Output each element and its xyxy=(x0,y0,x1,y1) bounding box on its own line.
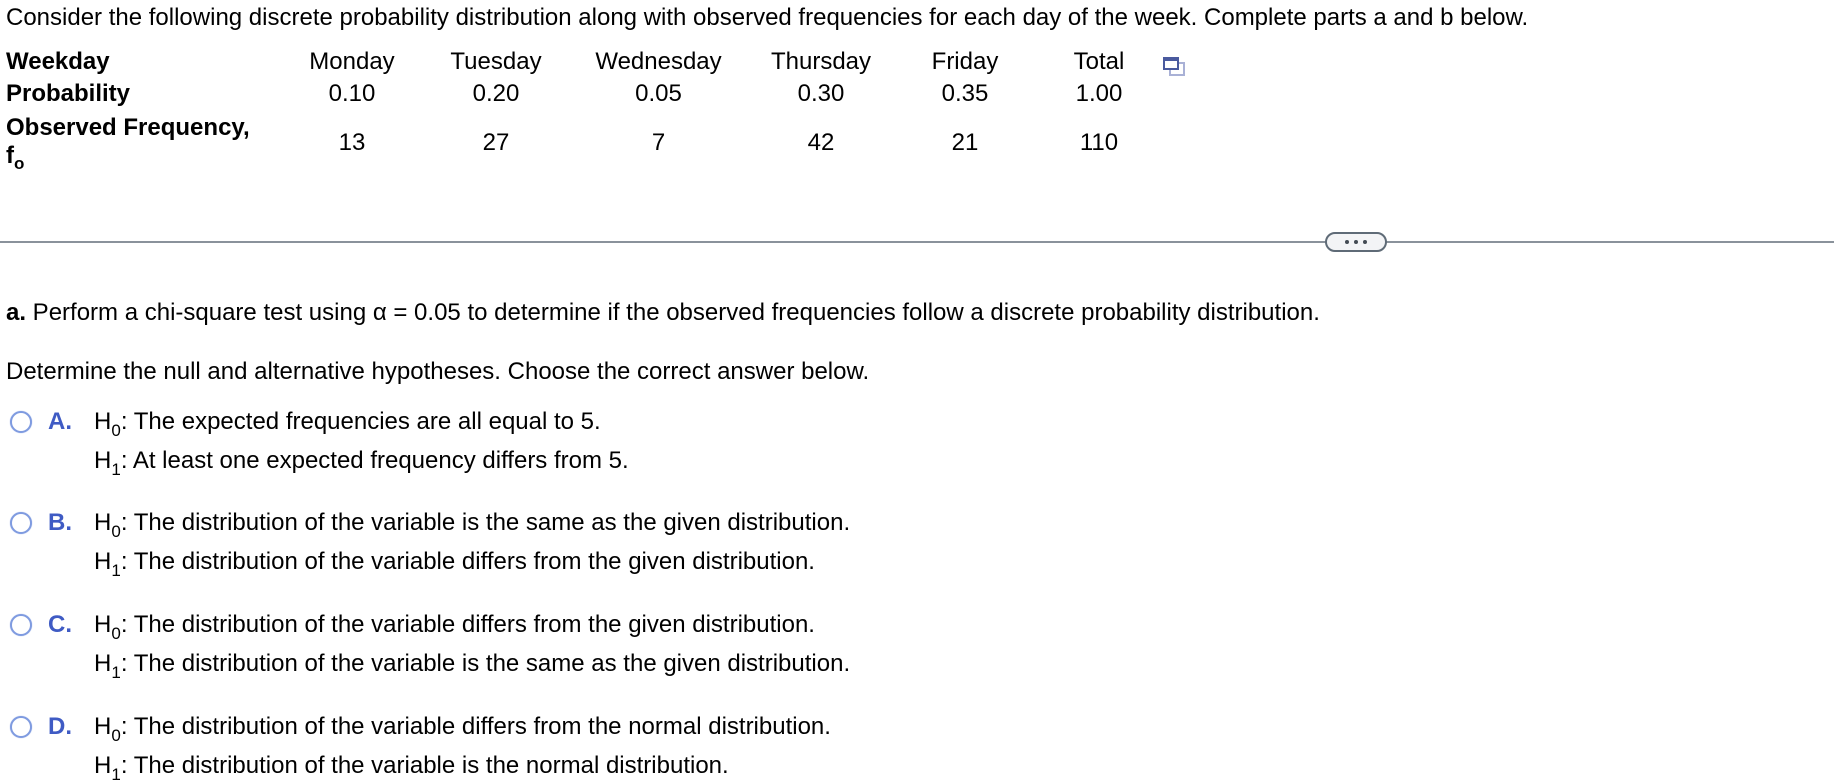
probability-cell: 0.20 xyxy=(472,80,520,107)
alternative-hypothesis: H1: The distribution of the variable dif… xyxy=(94,547,815,580)
radio-button-d[interactable] xyxy=(10,716,32,738)
ellipsis-dot-icon xyxy=(1345,240,1349,244)
question-instruction: Determine the null and alternative hypot… xyxy=(6,358,870,385)
copy-to-clipboard-icon[interactable] xyxy=(1162,56,1186,78)
column-header: Monday xyxy=(309,48,395,75)
h-symbol: H xyxy=(94,548,112,575)
h-subscript: 1 xyxy=(111,765,121,784)
observed-cell: 42 xyxy=(807,129,835,156)
alternative-hypothesis: H1: The distribution of the variable is … xyxy=(94,649,851,682)
observed-frequency-row: Observed Frequency, fo 13 27 7 42 21 110 xyxy=(6,110,1169,176)
h-symbol: H xyxy=(94,752,112,779)
observed-symbol: f xyxy=(6,142,14,169)
h-subscript: 0 xyxy=(111,522,121,541)
probability-cell: 0.05 xyxy=(635,80,682,107)
problem-intro: Consider the following discrete probabil… xyxy=(6,4,1529,31)
radio-button-b[interactable] xyxy=(10,512,32,534)
alternative-hypothesis-text: : The distribution of the variable diffe… xyxy=(120,548,815,575)
h-subscript: 1 xyxy=(111,460,121,479)
part-a-prompt: a. Perform a chi-square test using α = 0… xyxy=(6,298,1320,328)
h-subscript: 1 xyxy=(111,663,121,682)
null-hypothesis: H0: The distribution of the variable is … xyxy=(94,508,851,541)
row-label-weekday: Weekday xyxy=(6,48,110,75)
column-header: Thursday xyxy=(770,48,872,75)
probability-cell: 0.10 xyxy=(328,80,376,107)
observed-cell: 21 xyxy=(951,129,979,156)
option-letter: A. xyxy=(48,408,72,435)
null-hypothesis: H0: The distribution of the variable dif… xyxy=(94,712,831,745)
observed-total: 110 xyxy=(1079,129,1119,156)
h-symbol: H xyxy=(94,650,112,677)
radio-button-a[interactable] xyxy=(10,411,32,433)
weekday-row: Weekday Monday Tuesday Wednesday Thursda… xyxy=(6,46,1169,78)
h-subscript: 1 xyxy=(111,561,121,580)
ellipsis-dot-icon xyxy=(1363,240,1367,244)
radio-button-c[interactable] xyxy=(10,614,32,636)
row-label-observed-frequency: Observed Frequency, fo xyxy=(6,110,288,176)
observed-label-text: Observed Frequency, xyxy=(6,114,250,141)
h-symbol: H xyxy=(94,611,112,638)
column-header: Wednesday xyxy=(595,48,722,75)
option-letter: B. xyxy=(48,509,72,536)
h-subscript: 0 xyxy=(111,421,121,440)
observed-cell: 13 xyxy=(338,129,366,156)
h-symbol: H xyxy=(94,509,112,536)
observed-cell: 27 xyxy=(482,129,510,156)
null-hypothesis: H0: The expected frequencies are all equ… xyxy=(94,407,601,440)
column-header: Tuesday xyxy=(450,48,542,75)
h-subscript: 0 xyxy=(111,726,121,745)
null-hypothesis: H0: The distribution of the variable dif… xyxy=(94,610,815,643)
h-subscript: 0 xyxy=(111,624,121,643)
part-a-text: Perform a chi-square test using α = 0.05… xyxy=(26,299,1320,326)
part-a-label: a. xyxy=(6,299,27,326)
option-letter: C. xyxy=(48,611,72,638)
observed-subscript: o xyxy=(14,154,25,173)
distribution-table: Weekday Monday Tuesday Wednesday Thursda… xyxy=(6,46,1169,176)
null-hypothesis-text: : The expected frequencies are all equal… xyxy=(120,408,601,435)
null-hypothesis-text: : The distribution of the variable is th… xyxy=(120,509,851,536)
row-label-probability: Probability xyxy=(6,80,131,107)
more-options-button[interactable] xyxy=(1325,232,1387,252)
null-hypothesis-text: : The distribution of the variable diffe… xyxy=(120,713,831,740)
section-divider xyxy=(0,241,1834,243)
probability-cell: 0.30 xyxy=(797,80,845,107)
h-symbol: H xyxy=(94,713,112,740)
column-header: Friday xyxy=(931,48,999,75)
null-hypothesis-text: : The distribution of the variable diffe… xyxy=(120,611,815,638)
alternative-hypothesis: H1: The distribution of the variable is … xyxy=(94,751,729,784)
ellipsis-dot-icon xyxy=(1354,240,1358,244)
option-letter: D. xyxy=(48,713,72,740)
alternative-hypothesis-text: : At least one expected frequency differ… xyxy=(120,447,629,474)
probability-total: 1.00 xyxy=(1075,80,1123,107)
observed-cell: 7 xyxy=(651,129,666,156)
alternative-hypothesis-text: : The distribution of the variable is th… xyxy=(120,752,729,779)
alternative-hypothesis: H1: At least one expected frequency diff… xyxy=(94,446,629,479)
h-symbol: H xyxy=(94,447,112,474)
column-header-total: Total xyxy=(1073,48,1125,75)
probability-cell: 0.35 xyxy=(941,80,989,107)
alternative-hypothesis-text: : The distribution of the variable is th… xyxy=(120,650,851,677)
probability-row: Probability 0.10 0.20 0.05 0.30 0.35 1.0… xyxy=(6,78,1169,110)
h-symbol: H xyxy=(94,408,112,435)
